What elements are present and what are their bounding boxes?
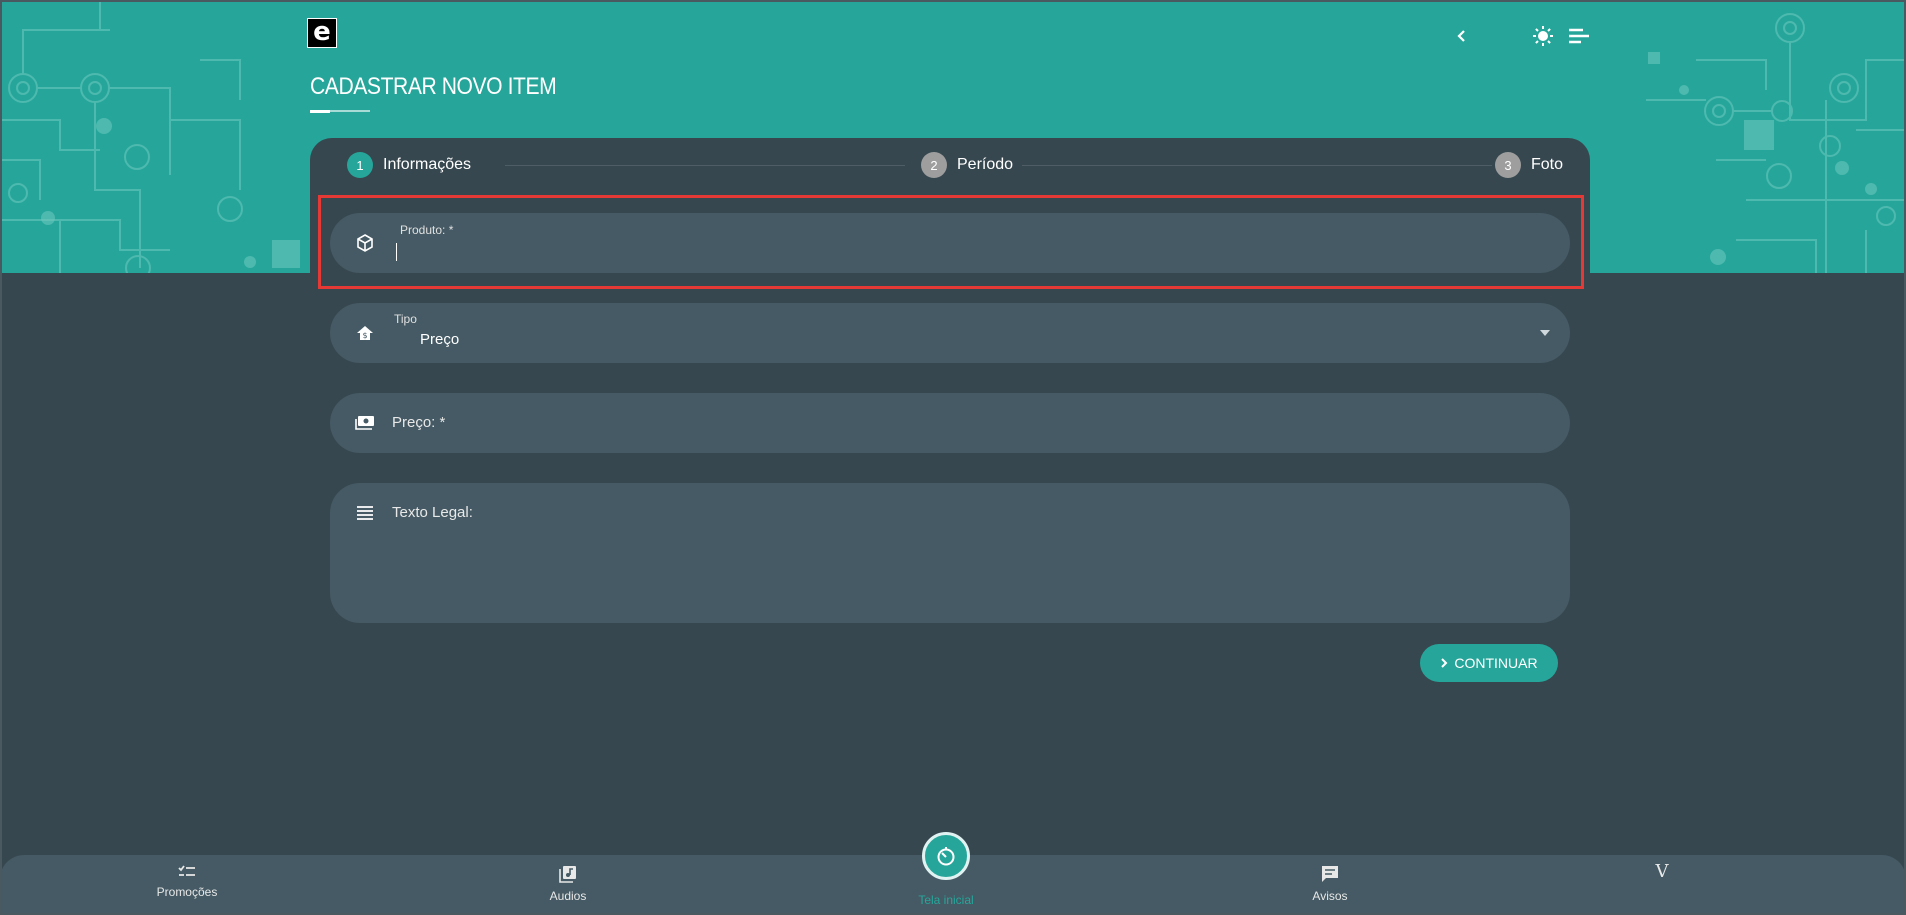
step-number: 2 <box>921 152 947 178</box>
nav-label: Tela inicial <box>918 893 974 907</box>
app-logo[interactable]: e <box>307 18 337 48</box>
brightness-icon <box>1533 26 1553 46</box>
produto-label: Produto: * <box>400 223 454 237</box>
nav-label: Promoções <box>156 885 218 899</box>
v-icon: V <box>1655 861 1669 882</box>
nav-avisos[interactable]: Avisos <box>1270 865 1390 903</box>
tipo-value: Preço <box>420 331 460 348</box>
circuit-pattern-left <box>0 0 300 273</box>
step-number: 1 <box>347 152 373 178</box>
chat-icon <box>1322 866 1338 882</box>
checklist-icon <box>178 865 195 876</box>
chevron-left-icon <box>1457 30 1465 42</box>
timer-icon <box>937 847 955 866</box>
step-informacoes[interactable]: 1 Informações <box>347 152 471 178</box>
title-underline <box>310 110 370 113</box>
theme-toggle-button[interactable] <box>1529 22 1557 50</box>
form-card: 1 Informações 2 Período 3 Foto Produto: … <box>310 138 1590 698</box>
tipo-select[interactable]: $ Tipo Preço <box>330 303 1570 363</box>
text-lines-icon <box>354 502 376 524</box>
nav-audios[interactable]: Audios <box>508 865 628 903</box>
nav-v[interactable]: V <box>1602 861 1722 882</box>
dropdown-arrow-icon <box>1540 330 1550 336</box>
back-button[interactable] <box>1448 22 1476 50</box>
preco-field[interactable]: Preço: * <box>330 393 1570 453</box>
nav-tela-inicial[interactable]: Tela inicial <box>886 893 1006 907</box>
cash-icon <box>354 412 376 434</box>
step-label: Informações <box>383 156 472 173</box>
chevron-right-icon <box>1441 658 1448 668</box>
step-connector <box>1022 165 1492 166</box>
svg-text:$: $ <box>362 331 367 340</box>
nav-promocoes[interactable]: Promoções <box>127 865 247 899</box>
texto-legal-label: Texto Legal: <box>392 504 473 521</box>
nav-label: Avisos <box>1312 889 1348 903</box>
texto-legal-textarea[interactable]: Texto Legal: <box>330 483 1570 623</box>
music-library-icon <box>559 866 576 883</box>
step-periodo[interactable]: 2 Período <box>921 152 1013 178</box>
continue-label: CONTINUAR <box>1454 655 1538 671</box>
tag-home-icon: $ <box>354 322 376 344</box>
nav-label: Audios <box>549 889 587 903</box>
step-foto[interactable]: 3 Foto <box>1495 152 1563 178</box>
step-connector <box>505 165 905 166</box>
home-fab-button[interactable] <box>922 832 970 880</box>
box-icon <box>354 232 376 254</box>
page-title: CADASTRAR NOVO ITEM <box>310 73 557 100</box>
produto-field[interactable]: Produto: * <box>330 213 1570 273</box>
circuit-pattern-right <box>1646 13 1906 273</box>
tipo-label: Tipo <box>394 312 417 326</box>
menu-icon <box>1569 28 1589 44</box>
continue-button[interactable]: CONTINUAR <box>1420 644 1558 682</box>
text-cursor <box>396 243 397 261</box>
step-label: Foto <box>1531 156 1564 173</box>
stepper: 1 Informações 2 Período 3 Foto <box>310 138 1590 190</box>
menu-button[interactable] <box>1565 22 1593 50</box>
preco-label: Preço: * <box>392 414 446 431</box>
step-label: Período <box>957 156 1014 173</box>
step-number: 3 <box>1495 152 1521 178</box>
